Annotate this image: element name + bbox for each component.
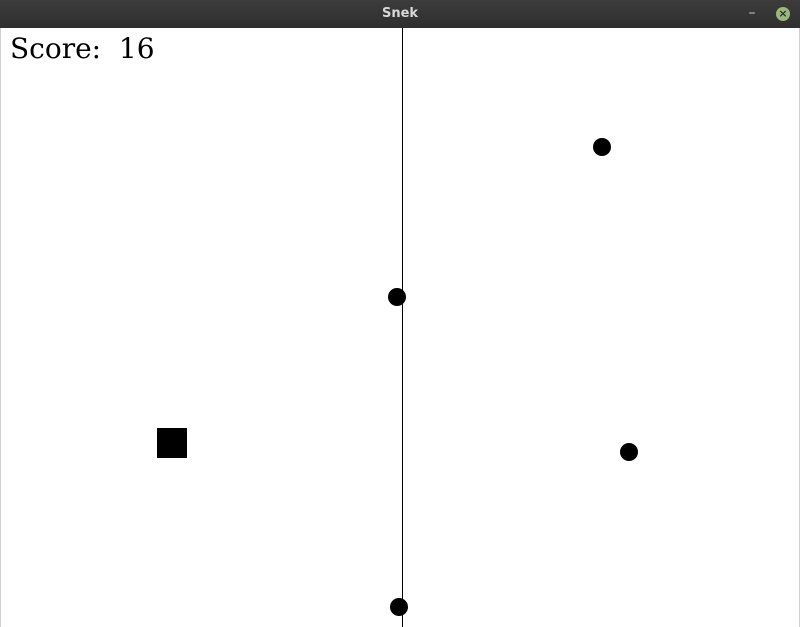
score-value: 16 <box>118 32 155 65</box>
title-bar[interactable]: Snek – × <box>0 0 800 29</box>
game-canvas[interactable]: Score: 16 <box>0 28 800 627</box>
score-display: Score: 16 <box>10 32 155 65</box>
score-label: Score: <box>10 32 102 65</box>
window-title: Snek <box>381 6 419 21</box>
player-square <box>157 428 187 458</box>
ball <box>620 443 638 461</box>
ball <box>390 598 408 616</box>
minimize-icon[interactable]: – <box>744 6 760 22</box>
center-divider <box>402 28 403 627</box>
game-window: Snek – × Score: 16 <box>0 0 800 627</box>
close-icon[interactable]: × <box>776 7 790 21</box>
ball <box>593 138 611 156</box>
ball <box>388 288 406 306</box>
